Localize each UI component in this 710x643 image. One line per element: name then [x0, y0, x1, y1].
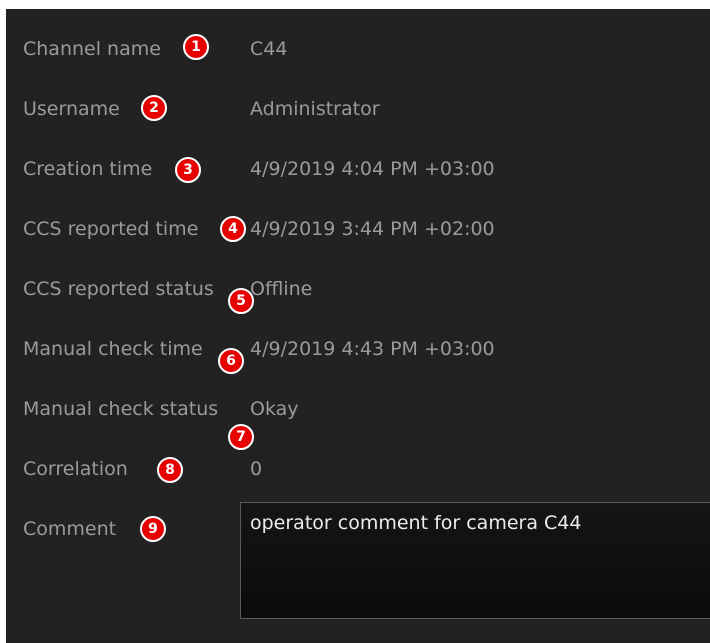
- callout-badge-6: 6: [218, 348, 244, 374]
- ccs-reported-time-label: CCS reported time: [23, 218, 199, 240]
- manual-check-status-label: Manual check status: [23, 398, 219, 420]
- callout-badge-7: 7: [228, 424, 254, 450]
- comment-textarea[interactable]: operator comment for camera C44: [240, 502, 710, 619]
- callout-badge-1: 1: [183, 34, 209, 60]
- creation-time-label: Creation time: [23, 158, 153, 180]
- comment-label: Comment: [23, 518, 117, 540]
- username-value: Administrator: [250, 98, 380, 120]
- creation-time-value: 4/9/2019 4:04 PM +03:00: [250, 158, 495, 180]
- channel-name-label: Channel name: [23, 38, 161, 60]
- manual-check-time-label: Manual check time: [23, 338, 203, 360]
- correlation-value: 0: [250, 458, 263, 480]
- channel-name-value: C44: [250, 38, 288, 60]
- callout-badge-4: 4: [220, 216, 246, 242]
- callout-badge-5: 5: [228, 288, 254, 314]
- ccs-reported-time-value: 4/9/2019 3:44 PM +02:00: [250, 218, 495, 240]
- ccs-reported-status-label: CCS reported status: [23, 278, 214, 300]
- ccs-reported-status-value: Offline: [250, 278, 313, 300]
- callout-badge-2: 2: [141, 95, 167, 121]
- manual-check-time-value: 4/9/2019 4:43 PM +03:00: [250, 338, 495, 360]
- callout-badge-3: 3: [175, 157, 201, 183]
- callout-badge-9: 9: [140, 516, 166, 542]
- username-label: Username: [23, 98, 120, 120]
- correlation-label: Correlation: [23, 458, 128, 480]
- manual-check-status-value: Okay: [250, 398, 299, 420]
- callout-badge-8: 8: [157, 457, 183, 483]
